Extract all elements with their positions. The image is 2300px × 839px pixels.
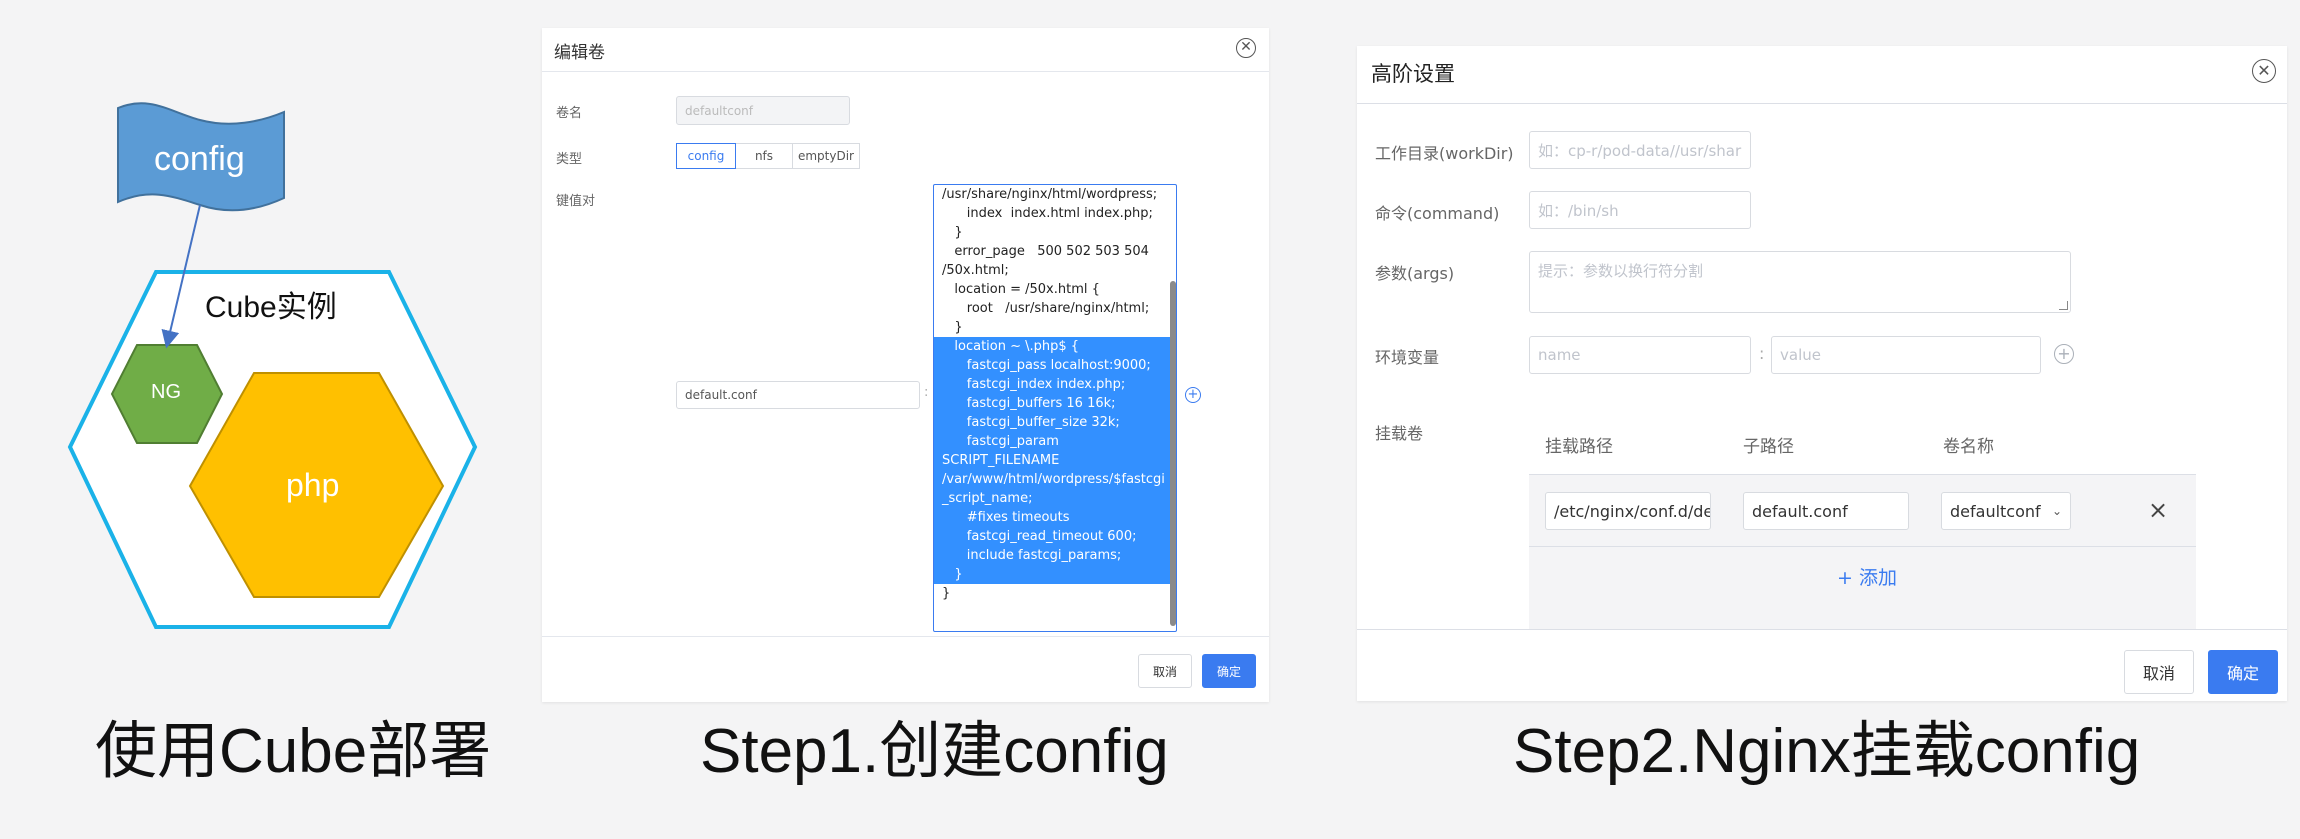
remove-row-icon[interactable]: × <box>2148 496 2168 524</box>
code-line: _script_name; <box>934 489 1176 508</box>
caption-left: 使用Cube部署 <box>95 717 492 786</box>
mount-subpath-input[interactable]: default.conf <box>1743 492 1909 530</box>
code-line: location ~ \.php$ { <box>934 337 1176 356</box>
kv-label: 键值对 <box>556 194 596 209</box>
volume-name-label: 卷名 <box>556 106 583 121</box>
type-selector: config nfs emptyDir <box>676 143 860 169</box>
code-line: } <box>934 565 1176 584</box>
cancel-button[interactable]: 取消 <box>2124 650 2194 694</box>
code-lines: /usr/share/nginx/html/wordpress; index i… <box>934 185 1176 603</box>
add-mount-button[interactable]: + 添加 <box>1837 563 1897 590</box>
code-line: /usr/share/nginx/html/wordpress; <box>942 187 1158 202</box>
workdir-label: 工作目录(workDir) <box>1375 144 1514 163</box>
code-line: fastcgi_buffer_size 32k; <box>934 413 1176 432</box>
command-input[interactable]: 如：/bin/sh <box>1529 191 1751 229</box>
add-env-icon[interactable]: + <box>2054 344 2074 364</box>
code-line: SCRIPT_FILENAME <box>934 451 1176 470</box>
env-name-placeholder: name <box>1538 346 1581 364</box>
title-divider <box>1357 103 2287 104</box>
footer-divider <box>1357 629 2287 630</box>
volume-name-input[interactable]: defaultconf <box>676 96 850 125</box>
confirm-button[interactable]: 确定 <box>1202 654 1256 688</box>
kv-separator: : <box>924 385 929 400</box>
code-line: #fixes timeouts <box>934 508 1176 527</box>
type-option-config[interactable]: config <box>676 143 736 169</box>
ng-label: NG <box>151 381 181 403</box>
code-line: fastcgi_pass localhost:9000; <box>934 356 1176 375</box>
mount-header-path: 挂载路径 <box>1545 437 1613 457</box>
code-line: fastcgi_buffers 16 16k; <box>934 394 1176 413</box>
type-option-emptydir[interactable]: emptyDir <box>792 143 860 169</box>
edit-volume-dialog: 编辑卷 ✕ 卷名 defaultconf 类型 config nfs empty… <box>542 28 1269 702</box>
scrollbar-thumb[interactable] <box>1170 281 1176 626</box>
key-input[interactable]: default.conf <box>676 381 920 409</box>
env-name-input[interactable]: name <box>1529 336 1751 374</box>
type-label: 类型 <box>556 152 583 167</box>
command-placeholder: 如：/bin/sh <box>1538 201 1619 220</box>
value-textarea[interactable]: /usr/share/nginx/html/wordpress; index i… <box>933 184 1177 632</box>
add-kv-icon[interactable]: + <box>1185 387 1201 403</box>
type-option-nfs[interactable]: nfs <box>735 143 793 169</box>
close-icon[interactable]: ✕ <box>1236 38 1256 58</box>
resize-handle-icon[interactable] <box>2059 301 2068 310</box>
code-line: } <box>942 320 963 335</box>
mount-label: 挂载卷 <box>1375 424 1424 443</box>
advanced-settings-dialog: 高阶设置 ✕ 工作目录(workDir) 如：cp-r/pod-data//us… <box>1357 46 2287 701</box>
code-line: root /usr/share/nginx/html; <box>942 301 1150 316</box>
mount-row-divider <box>1529 546 2196 547</box>
code-line: include fastcgi_params; <box>934 546 1176 565</box>
env-label: 环境变量 <box>1375 348 1440 367</box>
confirm-button[interactable]: 确定 <box>2208 650 2278 694</box>
code-line: fastcgi_index index.php; <box>934 375 1176 394</box>
code-line: fastcgi_read_timeout 600; <box>934 527 1176 546</box>
mount-header-volume: 卷名称 <box>1943 437 1994 457</box>
caption-middle: Step1.创建config <box>700 717 1169 786</box>
env-value-placeholder: value <box>1780 346 1821 364</box>
code-line: error_page 500 502 503 504 <box>942 244 1149 259</box>
dialog-title: 编辑卷 <box>554 43 605 63</box>
args-textarea[interactable]: 提示：参数以换行符分割 <box>1529 251 2071 313</box>
caption-right: Step2.Nginx挂载config <box>1513 717 2141 786</box>
chevron-down-icon: ⌄ <box>2051 504 2062 518</box>
cancel-button[interactable]: 取消 <box>1138 654 1192 688</box>
cube-instance-label: Cube实例 <box>205 291 337 324</box>
code-line: /50x.html; <box>942 263 1009 278</box>
footer-divider <box>542 636 1269 637</box>
code-line: } <box>942 586 951 601</box>
workdir-input[interactable]: 如：cp-r/pod-data//usr/shar <box>1529 131 1751 169</box>
close-icon[interactable]: ✕ <box>2252 59 2276 83</box>
flag-label: config <box>154 140 245 178</box>
args-label: 参数(args) <box>1375 264 1455 283</box>
code-line: location = /50x.html { <box>942 282 1100 297</box>
code-line: } <box>942 225 963 240</box>
env-value-input[interactable]: value <box>1771 336 2041 374</box>
title-divider <box>542 71 1269 72</box>
workdir-placeholder: 如：cp-r/pod-data//usr/shar <box>1538 141 1742 160</box>
diagram-shapes <box>67 102 478 629</box>
code-line: index index.html index.php; <box>942 206 1153 221</box>
code-line: /var/www/html/wordpress/$fastcgi <box>934 470 1176 489</box>
deployment-diagram: config Cube实例 NG php <box>0 0 500 680</box>
php-label: php <box>286 467 340 503</box>
dialog-title: 高阶设置 <box>1371 62 1455 86</box>
mount-volume-value: defaultconf <box>1950 501 2041 521</box>
mount-volume-select[interactable]: defaultconf ⌄ <box>1941 492 2071 530</box>
code-line: fastcgi_param <box>934 432 1176 451</box>
command-label: 命令(command) <box>1375 204 1500 223</box>
args-placeholder: 提示：参数以换行符分割 <box>1538 262 1704 280</box>
env-separator: : <box>1759 344 1765 363</box>
mount-path-input[interactable]: /etc/nginx/conf.d/de <box>1545 492 1711 530</box>
mount-header-subpath: 子路径 <box>1743 437 1794 457</box>
